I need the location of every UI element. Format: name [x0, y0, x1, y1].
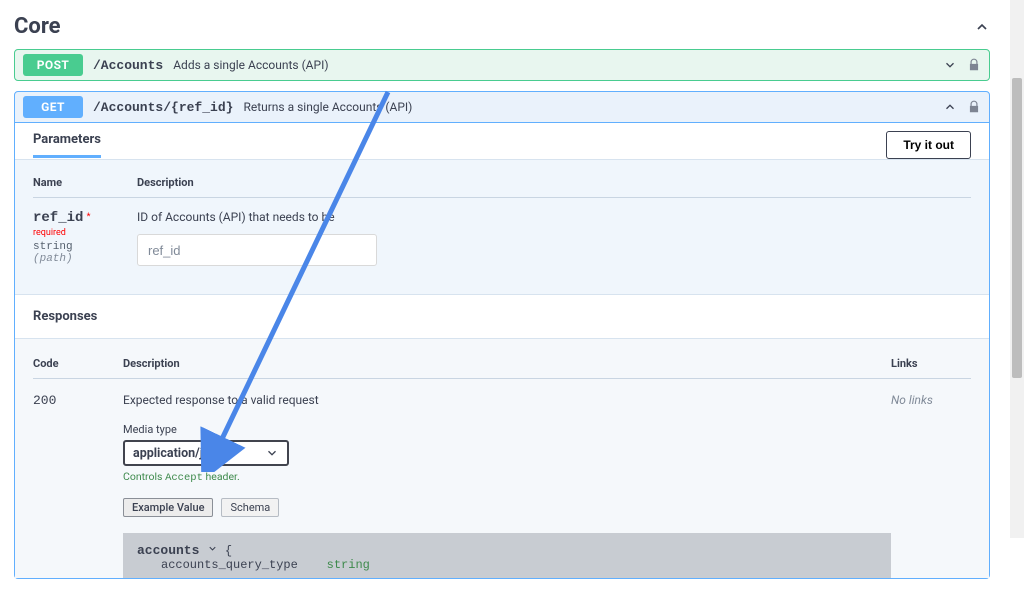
- section-title: Core: [14, 14, 61, 39]
- endpoint-path: /Accounts: [93, 58, 163, 73]
- chevron-down-icon: [265, 446, 279, 460]
- schema-field-key: accounts_query_type: [161, 558, 298, 572]
- lock-icon[interactable]: [967, 100, 981, 114]
- param-col-description: Description: [137, 176, 971, 189]
- method-badge-post: POST: [23, 54, 83, 76]
- response-links: No links: [891, 393, 971, 578]
- responses-heading: Responses: [33, 309, 971, 324]
- media-type-label: Media type: [123, 423, 891, 436]
- schema-field-type: string: [327, 558, 370, 572]
- endpoint-description: Adds a single Accounts (API): [173, 58, 328, 72]
- opblock-summary-get[interactable]: GET /Accounts/{ref_id} Returns a single …: [15, 92, 989, 122]
- method-badge-get: GET: [23, 96, 83, 118]
- response-description: Expected response to a valid request: [123, 393, 891, 407]
- schema-root-name: accounts: [137, 543, 199, 558]
- param-col-name: Name: [33, 176, 111, 189]
- vertical-scrollbar[interactable]: [1010, 0, 1024, 538]
- chevron-up-icon: [943, 100, 957, 114]
- media-type-value: application/json: [133, 446, 224, 461]
- responses-body: Code Description Links 200 Expected resp…: [15, 339, 989, 578]
- param-in: (path): [33, 253, 111, 265]
- media-type-select[interactable]: application/json: [123, 440, 289, 466]
- opblock-get-accounts-refid: GET /Accounts/{ref_id} Returns a single …: [14, 91, 990, 579]
- resp-col-code: Code: [33, 357, 123, 370]
- param-input-ref-id[interactable]: [137, 234, 377, 266]
- tab-schema[interactable]: Schema: [221, 498, 279, 517]
- param-row-ref-id: ref_id * required string (path) ID of Ac…: [33, 210, 971, 266]
- parameters-header: Parameters Try it out: [15, 123, 989, 159]
- lock-icon[interactable]: [967, 58, 981, 72]
- chevron-up-icon: [974, 19, 990, 35]
- response-code: 200: [33, 393, 123, 578]
- param-name: ref_id: [33, 210, 83, 226]
- endpoint-description: Returns a single Accounts (API): [243, 100, 412, 114]
- parameters-table: Name Description ref_id * required strin…: [15, 159, 989, 294]
- opblock-summary-post[interactable]: POST /Accounts Adds a single Accounts (A…: [15, 50, 989, 80]
- try-it-out-button[interactable]: Try it out: [886, 131, 971, 159]
- param-description: ID of Accounts (API) that needs to be: [137, 210, 971, 224]
- resp-col-links: Links: [891, 357, 971, 370]
- chevron-down-icon: [943, 58, 957, 72]
- tab-example-value[interactable]: Example Value: [123, 498, 213, 517]
- response-row-200: 200 Expected response to a valid request…: [33, 393, 971, 578]
- responses-header: Responses: [15, 294, 989, 339]
- endpoint-path: /Accounts/{ref_id}: [93, 100, 233, 115]
- param-type: string: [33, 241, 111, 253]
- parameters-tab[interactable]: Parameters: [33, 132, 101, 158]
- controls-accept-note: Controls Accept header.: [123, 470, 891, 484]
- opblock-body: Parameters Try it out Name Description r…: [15, 122, 989, 578]
- schema-preview: accounts { accounts_query_type string: [123, 533, 891, 578]
- section-header[interactable]: Core: [14, 8, 990, 49]
- opblock-post-accounts: POST /Accounts Adds a single Accounts (A…: [14, 49, 990, 81]
- scrollbar-thumb[interactable]: [1012, 78, 1022, 378]
- chevron-down-icon[interactable]: [207, 543, 218, 558]
- resp-col-description: Description: [123, 357, 891, 370]
